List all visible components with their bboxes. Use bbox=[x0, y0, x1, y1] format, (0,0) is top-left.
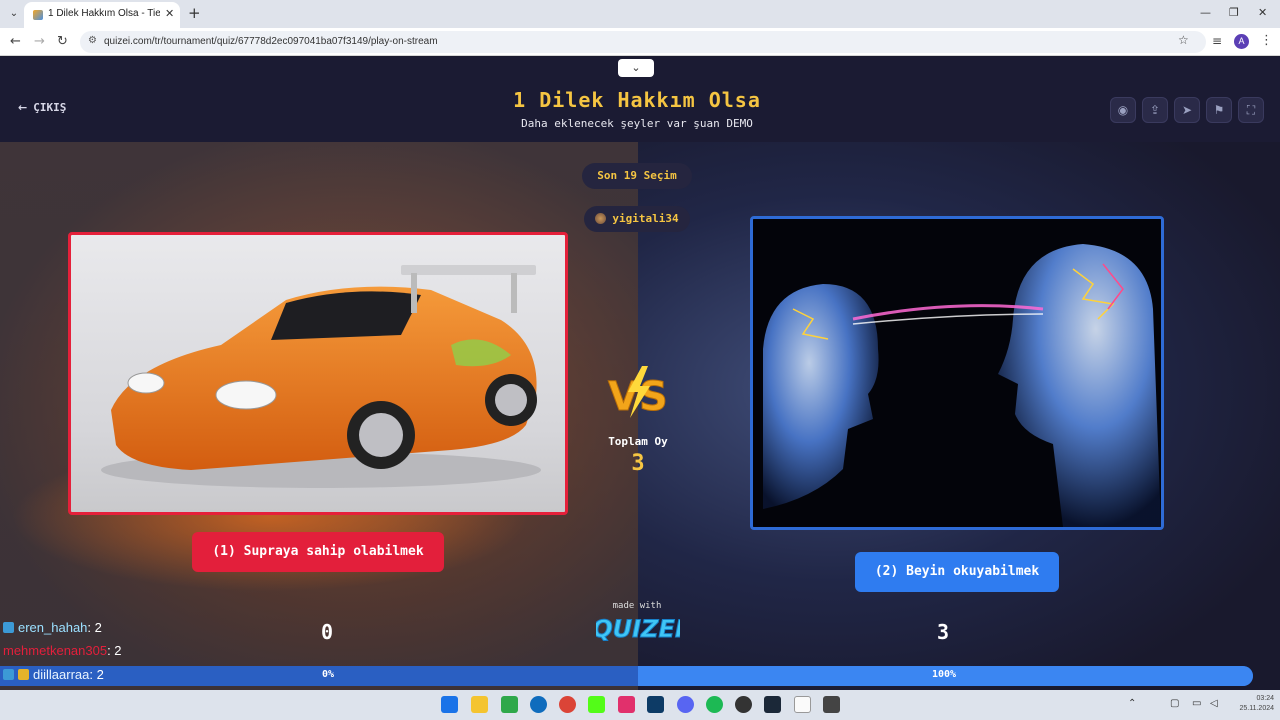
send-icon[interactable]: ➤ bbox=[1174, 97, 1200, 123]
instagram-icon[interactable] bbox=[618, 696, 635, 713]
url-text: quizei.com/tr/tournament/quiz/67778d2ec0… bbox=[104, 36, 438, 47]
browser-toolbar: ← → ↻ ⚙ quizei.com/tr/tournament/quiz/67… bbox=[0, 28, 1280, 56]
quiz-page: ⌄ ← ÇIKIŞ 1 Dilek Hakkım Olsa Daha eklene… bbox=[0, 57, 1280, 690]
app-icon[interactable] bbox=[647, 696, 664, 713]
reload-icon[interactable]: ↻ bbox=[57, 34, 68, 49]
media-controls-icon[interactable]: ≡ bbox=[1212, 34, 1222, 48]
back-arrow-icon[interactable]: ← bbox=[10, 34, 21, 49]
spotify-icon[interactable] bbox=[706, 696, 723, 713]
browser-menu-icon[interactable]: ⋮ bbox=[1260, 33, 1273, 48]
svg-text:QUIZEI: QUIZEI bbox=[596, 615, 680, 643]
quizei-logo: QUIZEI bbox=[596, 615, 680, 644]
tab-close-icon[interactable]: ✕ bbox=[165, 7, 174, 20]
chat-badge-icon bbox=[3, 669, 14, 680]
right-score: 3 bbox=[937, 620, 950, 644]
user-avatar bbox=[595, 213, 607, 224]
profile-avatar[interactable]: A bbox=[1234, 34, 1249, 49]
search-icon[interactable] bbox=[530, 696, 547, 713]
site-settings-icon[interactable]: ⚙ bbox=[88, 35, 97, 46]
browser-tab[interactable]: 1 Dilek Hakkım Olsa - Tier List, ✕ bbox=[24, 2, 180, 28]
fullscreen-icon[interactable]: ⛶ bbox=[1238, 97, 1264, 123]
obs-icon[interactable] bbox=[735, 696, 752, 713]
system-clock[interactable]: 03:24 25.11.2024 bbox=[1230, 694, 1274, 714]
right-choice-image[interactable] bbox=[750, 216, 1164, 530]
app-icon[interactable] bbox=[823, 696, 840, 713]
user-badge: yigitali34 bbox=[584, 206, 690, 232]
tab-title: 1 Dilek Hakkım Olsa - Tier List, bbox=[48, 8, 160, 19]
versus-icon: VS bbox=[608, 366, 668, 420]
vote-progress-bar: 0% 100% bbox=[0, 666, 1253, 686]
bookmark-star-icon[interactable]: ☆ bbox=[1178, 33, 1189, 47]
chat-badge-icon bbox=[18, 669, 29, 680]
kick-icon[interactable] bbox=[588, 696, 605, 713]
tray-icon[interactable]: ▢ bbox=[1170, 698, 1179, 709]
file-explorer-icon[interactable] bbox=[471, 696, 488, 713]
notepad-icon[interactable] bbox=[794, 696, 811, 713]
right-percent: 100% bbox=[932, 669, 957, 680]
address-bar[interactable]: ⚙ quizei.com/tr/tournament/quiz/67778d2e… bbox=[80, 31, 1206, 53]
left-percent: 0% bbox=[322, 669, 335, 680]
tray-chevron-icon[interactable]: ⌃ bbox=[1128, 698, 1136, 709]
share-icon[interactable]: ⇪ bbox=[1142, 97, 1168, 123]
forward-arrow-icon[interactable]: → bbox=[34, 34, 45, 49]
choice-1-button[interactable]: (1) Supraya sahip olabilmek bbox=[192, 532, 444, 572]
total-votes-label: Toplam Oy bbox=[608, 435, 668, 448]
start-icon[interactable] bbox=[441, 696, 458, 713]
steam-icon[interactable] bbox=[764, 696, 781, 713]
chat-line: mehmetkenan305: 2 bbox=[3, 643, 122, 658]
chat-line: diillaarraa: 2 bbox=[3, 667, 104, 682]
os-taskbar: ⌃ ▢ ▭ ◁ 03:24 25.11.2024 bbox=[0, 690, 1280, 720]
choice-2-button[interactable]: (2) Beyin okuyabilmek bbox=[855, 552, 1059, 592]
page-title: 1 Dilek Hakkım Olsa bbox=[513, 88, 761, 112]
tab-search-icon[interactable]: ⌄ bbox=[6, 6, 22, 22]
collapse-chevron-icon[interactable]: ⌄ bbox=[618, 59, 654, 77]
eye-icon[interactable]: ◉ bbox=[1110, 97, 1136, 123]
chat-badge-icon bbox=[3, 622, 14, 633]
window-close-icon[interactable]: ✕ bbox=[1258, 6, 1267, 19]
left-score: 0 bbox=[321, 620, 334, 644]
page-header: ⌄ ← ÇIKIŞ 1 Dilek Hakkım Olsa Daha eklene… bbox=[0, 57, 1280, 142]
app-icon[interactable] bbox=[501, 696, 518, 713]
volume-icon[interactable]: ◁ bbox=[1210, 698, 1218, 709]
total-votes-value: 3 bbox=[631, 451, 645, 476]
chat-line: eren_hahah: 2 bbox=[3, 620, 102, 635]
recent-picks-badge: Son 19 Seçim bbox=[582, 163, 692, 189]
page-subtitle: Daha eklenecek şeyler var şuan DEMO bbox=[521, 117, 753, 130]
new-tab-button[interactable]: + bbox=[188, 5, 201, 21]
minimize-icon[interactable]: — bbox=[1200, 6, 1211, 19]
browser-tab-bar: ⌄ 1 Dilek Hakkım Olsa - Tier List, ✕ + —… bbox=[0, 0, 1280, 28]
chrome-icon[interactable] bbox=[559, 696, 576, 713]
username: yigitali34 bbox=[612, 212, 679, 225]
made-with-label: made with bbox=[612, 601, 662, 611]
tab-favicon-icon bbox=[33, 10, 43, 20]
flag-icon[interactable]: ⚑ bbox=[1206, 97, 1232, 123]
network-icon[interactable]: ▭ bbox=[1192, 698, 1201, 709]
discord-icon[interactable] bbox=[677, 696, 694, 713]
brain-reading-image bbox=[753, 219, 1161, 527]
restore-icon[interactable]: ❐ bbox=[1229, 6, 1239, 19]
